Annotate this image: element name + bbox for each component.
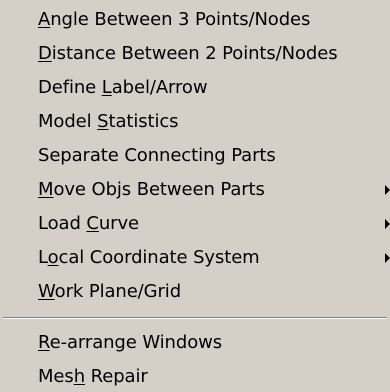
menu-item-rearrange-windows[interactable]: Re-arrange Windows — [0, 326, 390, 360]
menu-item-distance-between-points[interactable]: Distance Between 2 Points/Nodes — [0, 37, 390, 71]
menu-item-load-curve[interactable]: Load Curve — [0, 207, 390, 241]
menu-item-label: Model Statistics — [38, 111, 179, 132]
menu-item-label: Local Coordinate System — [38, 247, 260, 268]
menu-item-mesh-repair[interactable]: Mesh Repair — [0, 360, 390, 392]
menu-item-move-objs-between-parts[interactable]: Move Objs Between Parts — [0, 173, 390, 207]
menu-item-define-label-arrow[interactable]: Define Label/Arrow — [0, 71, 390, 105]
menu-item-label: Separate Connecting Parts — [38, 145, 276, 166]
submenu-arrow-icon — [385, 219, 390, 229]
menu-item-label: Distance Between 2 Points/Nodes — [38, 43, 338, 64]
menu-item-model-statistics[interactable]: Model Statistics — [0, 105, 390, 139]
menu-item-label: Re-arrange Windows — [38, 332, 223, 353]
submenu-arrow-icon — [385, 185, 390, 195]
menu-item-label: Angle Between 3 Points/Nodes — [38, 9, 311, 30]
menu-item-label: Define Label/Arrow — [38, 77, 208, 98]
menu-item-label: Mesh Repair — [38, 366, 148, 387]
submenu-arrow-icon — [385, 253, 390, 263]
menu-separator — [3, 317, 387, 319]
menu-item-work-plane-grid[interactable]: Work Plane/Grid — [0, 275, 390, 309]
menu-item-label: Load Curve — [38, 213, 140, 234]
context-menu: Angle Between 3 Points/Nodes Distance Be… — [0, 0, 390, 392]
menu-item-angle-between-points[interactable]: Angle Between 3 Points/Nodes — [0, 3, 390, 37]
menu-item-label: Work Plane/Grid — [38, 281, 182, 302]
menu-item-local-coordinate-system[interactable]: Local Coordinate System — [0, 241, 390, 275]
menu-item-label: Move Objs Between Parts — [38, 179, 265, 200]
menu-item-separate-connecting-parts[interactable]: Separate Connecting Parts — [0, 139, 390, 173]
